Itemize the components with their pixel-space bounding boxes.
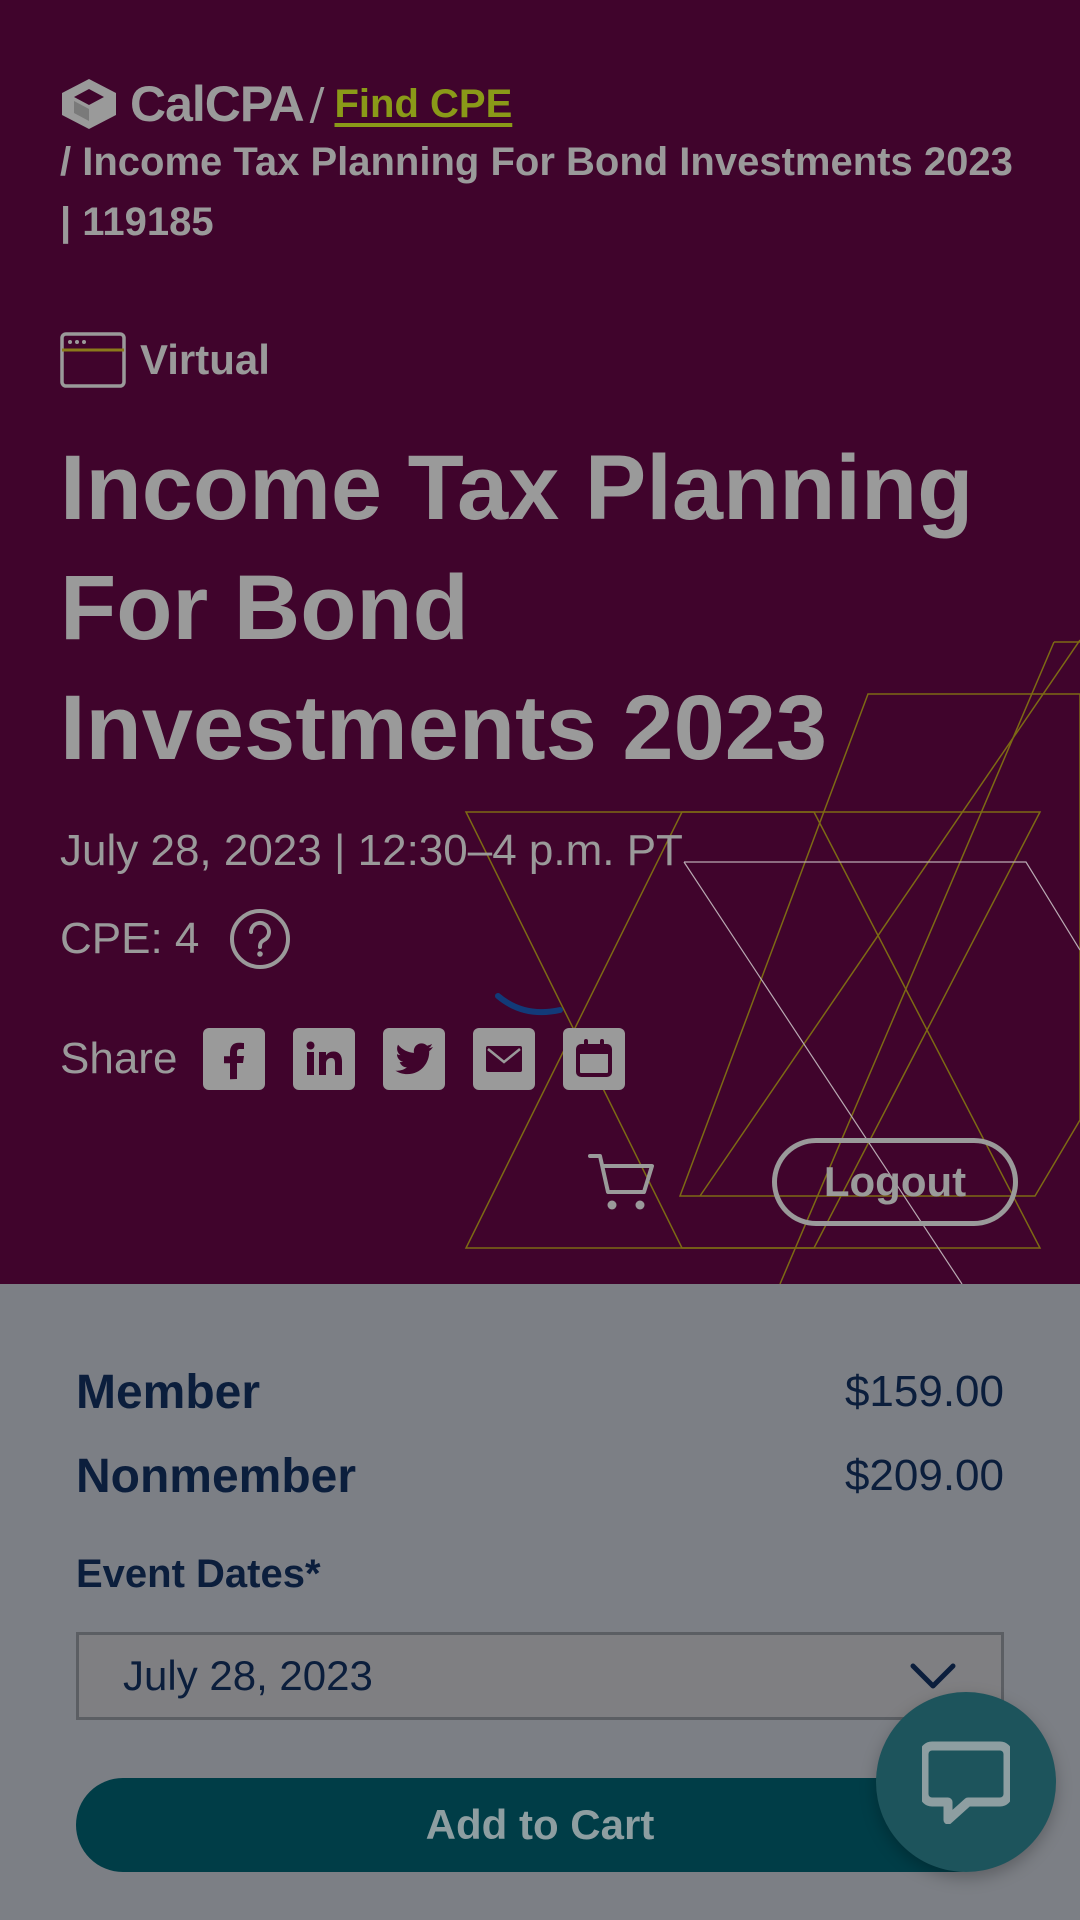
- browser-window-icon: [60, 332, 126, 388]
- breadcrumb-current: / Income Tax Planning For Bond Investmen…: [60, 140, 1013, 244]
- event-format: Virtual: [60, 332, 270, 388]
- event-dates-select[interactable]: July 28, 2023: [76, 1632, 1004, 1720]
- price-row-member: Member $159.00: [76, 1350, 1004, 1434]
- share-bar: Share: [60, 1028, 653, 1090]
- chat-bubble-icon: [922, 1741, 1010, 1824]
- chevron-down-icon: [910, 1663, 956, 1689]
- breadcrumb-link-find-cpe[interactable]: Find CPE: [335, 82, 513, 127]
- add-to-calendar-button[interactable]: [563, 1028, 626, 1090]
- facebook-icon: [224, 1042, 245, 1080]
- price-label-nonmember: Nonmember: [76, 1449, 357, 1503]
- share-label: Share: [60, 1034, 178, 1083]
- linkedin-icon: [306, 1041, 343, 1075]
- chat-button[interactable]: [876, 1692, 1056, 1872]
- breadcrumb-separator: /: [309, 78, 325, 130]
- calendar-icon: [576, 1039, 613, 1077]
- breadcrumb: CalCPA / Find CPE / Income Tax Planning …: [60, 76, 1020, 252]
- help-icon[interactable]: [229, 908, 291, 970]
- twitter-share-button[interactable]: [383, 1028, 446, 1090]
- page-title: Income Tax Planning For Bond Investments…: [60, 437, 974, 779]
- logo-wordmark[interactable]: CalCPA: [130, 75, 305, 133]
- event-dates-selected-value: July 28, 2023: [123, 1652, 373, 1699]
- email-share-button[interactable]: [473, 1028, 536, 1090]
- pricing-list: Member $159.00 Nonmember $209.00: [76, 1350, 1004, 1518]
- event-dates-label: Event Dates*: [76, 1552, 321, 1596]
- cart-icon[interactable]: [588, 1152, 654, 1214]
- format-label: Virtual: [140, 336, 270, 383]
- price-label-member: Member: [76, 1365, 261, 1419]
- add-to-cart-button[interactable]: Add to Cart: [76, 1778, 1004, 1872]
- event-hero: CalCPA / Find CPE / Income Tax Planning …: [0, 0, 1080, 1284]
- price-row-nonmember: Nonmember $209.00: [76, 1434, 1004, 1518]
- twitter-icon: [395, 1043, 434, 1075]
- event-datetime: July 28, 2023 | 12:30–4 p.m. PT: [60, 826, 683, 875]
- price-value-member: $159.00: [844, 1367, 1004, 1416]
- price-value-nonmember: $209.00: [844, 1451, 1004, 1500]
- loading-spinner-icon: [495, 993, 563, 1016]
- cpe-label: CPE: 4: [60, 914, 200, 963]
- email-icon: [486, 1046, 523, 1072]
- cpe-credits: CPE: 4: [60, 908, 291, 970]
- linkedin-share-button[interactable]: [293, 1028, 356, 1090]
- logout-button[interactable]: Logout: [772, 1138, 1018, 1226]
- calcpa-logo-icon[interactable]: [60, 77, 118, 131]
- facebook-share-button[interactable]: [203, 1028, 266, 1090]
